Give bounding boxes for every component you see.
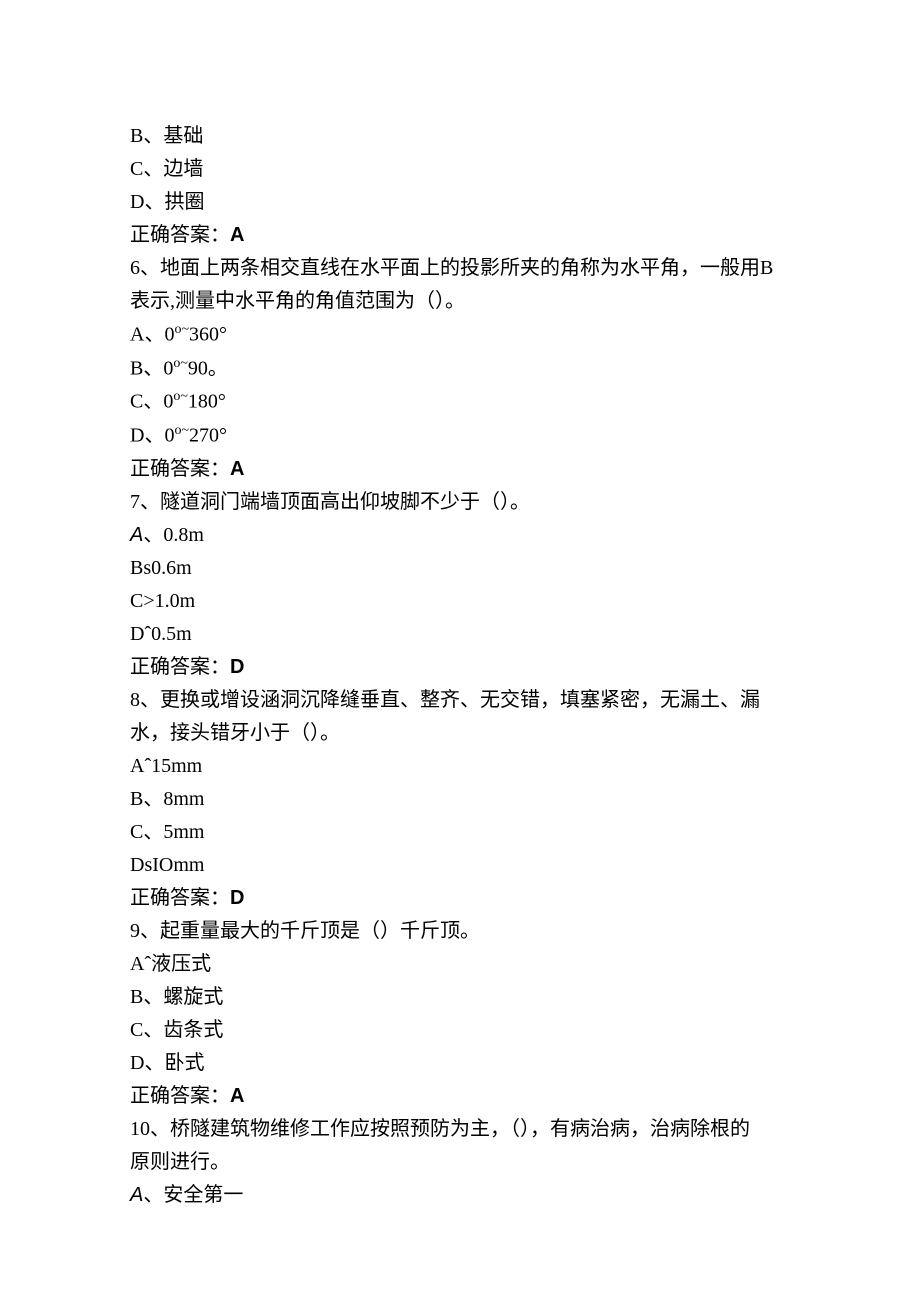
answer-value: A [230, 224, 244, 246]
q9-answer-line: 正确答案：A [130, 1080, 790, 1113]
answer-label: 正确答案： [130, 458, 230, 480]
q5-option-c: C、边墙 [130, 153, 790, 186]
q6-option-d: D、0o~270° [130, 419, 790, 453]
answer-value: A [230, 458, 244, 480]
q7-answer-line: 正确答案：D [130, 651, 790, 684]
q9-stem: 9、起重量最大的千斤顶是（）千斤顶。 [130, 915, 790, 948]
q7-option-b: Bs0.6m [130, 552, 790, 585]
q6-option-b: B、0o~90。 [130, 352, 790, 386]
answer-label: 正确答案： [130, 224, 230, 246]
q9-option-a: Aˆ液压式 [130, 948, 790, 981]
document-page: B、基础 C、边墙 D、拱圈 正确答案：A 6、地面上两条相交直线在水平面上的投… [0, 0, 920, 1301]
q5-answer-line: 正确答案：A [130, 219, 790, 252]
answer-value: D [230, 887, 244, 909]
q7-stem: 7、隧道洞门端墙顶面高出仰坡脚不少于（）。 [130, 486, 790, 519]
q10-stem-line1: 10、桥隧建筑物维修工作应按照预防为主，（），有病治病，治病除根的 [130, 1113, 790, 1146]
q8-option-c: C、5mm [130, 816, 790, 849]
q9-option-c: C、齿条式 [130, 1014, 790, 1047]
q7-option-c: C>1.0m [130, 585, 790, 618]
q8-option-a: Aˆ15mm [130, 750, 790, 783]
answer-value: A [230, 1085, 244, 1107]
q6-option-c: C、0o~180° [130, 385, 790, 419]
q6-answer-line: 正确答案：A [130, 453, 790, 486]
q6-option-a: A、0o~360° [130, 318, 790, 352]
q8-answer-line: 正确答案：D [130, 882, 790, 915]
q5-option-d: D、拱圈 [130, 186, 790, 219]
q6-stem-line2: 表示,测量中水平角的角值范围为（）。 [130, 285, 790, 318]
q9-option-b: B、螺旋式 [130, 981, 790, 1014]
q7-option-a: A、0.8m [130, 519, 790, 552]
q10-option-a: A、安全第一 [130, 1179, 790, 1212]
q8-option-d: DsIOmm [130, 849, 790, 882]
q6-stem-line1: 6、地面上两条相交直线在水平面上的投影所夹的角称为水平角，一般用B [130, 252, 790, 285]
q5-option-b: B、基础 [130, 120, 790, 153]
answer-value: D [230, 656, 244, 678]
answer-label: 正确答案： [130, 656, 230, 678]
q8-stem-line2: 水，接头错牙小于（）。 [130, 717, 790, 750]
q10-stem-line2: 原则进行。 [130, 1146, 790, 1179]
q8-stem-line1: 8、更换或增设涵洞沉降缝垂直、整齐、无交错，填塞紧密，无漏土、漏 [130, 684, 790, 717]
answer-label: 正确答案： [130, 887, 230, 909]
q8-option-b: B、8mm [130, 783, 790, 816]
answer-label: 正确答案： [130, 1085, 230, 1107]
q7-option-d: Dˆ0.5m [130, 618, 790, 651]
q9-option-d: D、卧式 [130, 1047, 790, 1080]
